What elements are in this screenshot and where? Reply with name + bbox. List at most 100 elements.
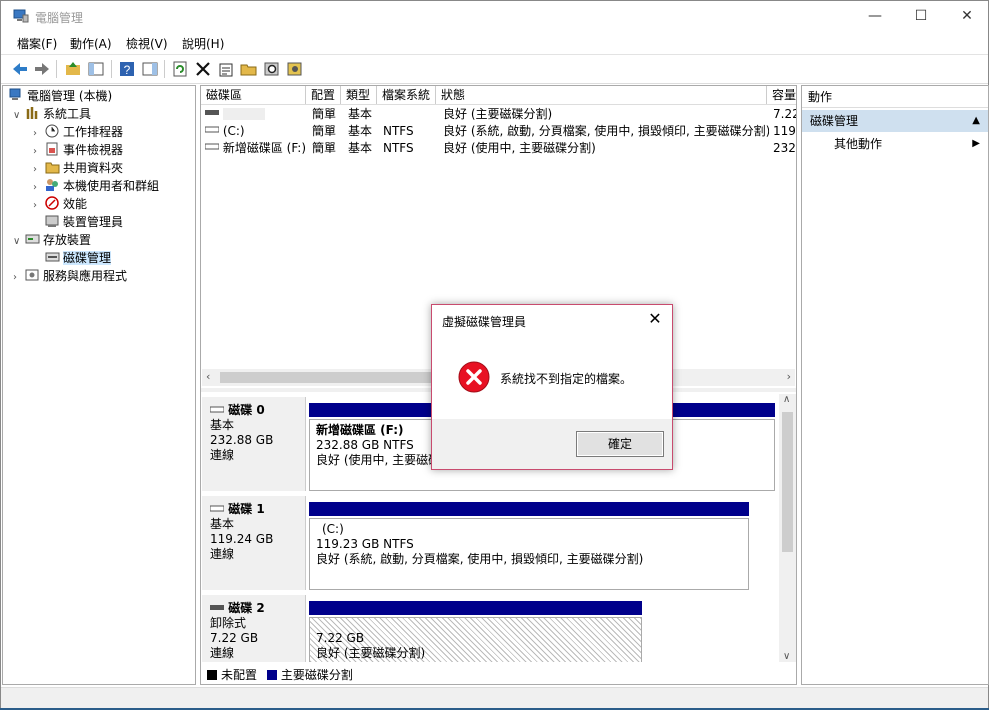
properties-icon[interactable] bbox=[217, 60, 235, 78]
table-row[interactable]: (C:) 簡單 基本 NTFS 良好 (系統, 啟動, 分頁檔案, 使用中, 損… bbox=[201, 123, 796, 140]
tree-item-performance[interactable]: › 效能 bbox=[33, 195, 87, 213]
filesystem-cell: NTFS bbox=[383, 141, 414, 155]
partition-status: 良好 (主要磁碟分割) bbox=[316, 646, 426, 660]
help-icon[interactable]: ? bbox=[118, 60, 136, 78]
column-header-capacity[interactable]: 容量 bbox=[767, 86, 796, 104]
delete-icon[interactable] bbox=[194, 60, 212, 78]
capacity-cell: 232. bbox=[773, 141, 796, 155]
partition-bar bbox=[309, 601, 642, 615]
up-folder-icon[interactable] bbox=[64, 60, 82, 78]
tools-icon bbox=[26, 107, 38, 119]
forward-arrow-icon[interactable] bbox=[33, 60, 51, 78]
menu-help[interactable]: 說明(H) bbox=[182, 35, 224, 52]
minimize-button[interactable]: — bbox=[852, 1, 898, 31]
tree-item-storage[interactable]: ∨ 存放裝置 bbox=[13, 231, 91, 249]
window-title: 電腦管理 bbox=[35, 11, 84, 25]
scroll-left-icon[interactable]: ‹ bbox=[206, 370, 210, 383]
chevron-down-icon[interactable]: ∨ bbox=[13, 107, 25, 125]
show-action-pane-icon[interactable] bbox=[141, 60, 159, 78]
tree-item-services-apps[interactable]: › 服務與應用程式 bbox=[13, 267, 127, 285]
disk-type: 基本 bbox=[210, 517, 235, 531]
tree-item-event-viewer[interactable]: › 事件檢視器 bbox=[33, 141, 123, 159]
clock-icon bbox=[45, 124, 59, 138]
computer-management-icon bbox=[13, 9, 29, 23]
volume-list-header: 磁碟區 配置 類型 檔案系統 狀態 容量 bbox=[201, 86, 796, 105]
scrollbar-thumb[interactable] bbox=[782, 412, 793, 552]
tree-label: 服務與應用程式 bbox=[43, 269, 128, 283]
actions-section-disk-management[interactable]: 磁碟管理 ▲ bbox=[802, 110, 988, 132]
error-dialog: 虛擬磁碟管理員 ✕ 系統找不到指定的檔案。 確定 bbox=[431, 304, 673, 470]
menu-file[interactable]: 檔案(F) bbox=[17, 35, 57, 52]
disk-2-label[interactable]: 磁碟 2 卸除式 7.22 GB 連線 bbox=[202, 595, 306, 662]
partition-c[interactable]: (C:) 119.23 GB NTFS 良好 (系統, 啟動, 分頁檔案, 使用… bbox=[309, 518, 749, 590]
scroll-down-icon[interactable]: ∨ bbox=[783, 651, 790, 662]
tree-item-root[interactable]: 電腦管理 (本機) bbox=[9, 87, 112, 105]
status-bar bbox=[1, 687, 988, 708]
column-header-layout[interactable]: 配置 bbox=[306, 86, 341, 104]
search-disk-icon[interactable] bbox=[263, 60, 281, 78]
volume-name: 新增磁碟區 (F:) bbox=[222, 141, 307, 155]
menu-view[interactable]: 檢視(V) bbox=[126, 35, 168, 52]
menu-action[interactable]: 動作(A) bbox=[70, 35, 112, 52]
disk-tool-icon[interactable] bbox=[286, 60, 304, 78]
show-hide-tree-icon[interactable] bbox=[87, 60, 105, 78]
drive-icon bbox=[205, 126, 220, 133]
column-header-filesystem[interactable]: 檔案系統 bbox=[377, 86, 436, 104]
section-label: 磁碟管理 bbox=[810, 114, 859, 128]
disk-name: 磁碟 2 bbox=[228, 601, 265, 615]
title-bar: 電腦管理 — ☐ ✕ bbox=[1, 1, 988, 31]
open-folder-icon[interactable] bbox=[240, 60, 258, 78]
maximize-button[interactable]: ☐ bbox=[898, 1, 944, 31]
tree-item-disk-management[interactable]: 磁碟管理 bbox=[45, 249, 112, 267]
chevron-right-icon[interactable]: › bbox=[33, 197, 45, 215]
disk-icon bbox=[210, 605, 224, 610]
column-header-type[interactable]: 類型 bbox=[341, 86, 377, 104]
device-manager-icon bbox=[45, 215, 59, 227]
scroll-right-icon[interactable]: › bbox=[787, 370, 791, 383]
tree-item-device-manager[interactable]: 裝置管理員 bbox=[45, 213, 123, 231]
vertical-scrollbar[interactable]: ∧ ∨ bbox=[779, 394, 796, 662]
toolbar: ? bbox=[1, 54, 988, 84]
tree-item-system-tools[interactable]: ∨ 系統工具 bbox=[13, 105, 91, 123]
services-icon bbox=[25, 269, 39, 281]
collapse-up-icon[interactable]: ▲ bbox=[972, 110, 980, 132]
scroll-up-icon[interactable]: ∧ bbox=[783, 394, 790, 405]
refresh-icon[interactable] bbox=[171, 60, 189, 78]
column-header-volume[interactable]: 磁碟區 bbox=[201, 86, 306, 104]
tree-item-task-scheduler[interactable]: › 工作排程器 bbox=[33, 123, 123, 141]
table-row[interactable]: 簡單 基本 良好 (主要磁碟分割) 7.22 bbox=[201, 106, 796, 123]
ok-button[interactable]: 確定 bbox=[576, 431, 664, 457]
dialog-title: 虛擬磁碟管理員 bbox=[442, 315, 527, 329]
tree-label: 存放裝置 bbox=[43, 233, 92, 247]
chevron-right-icon[interactable]: › bbox=[13, 269, 25, 287]
capacity-cell: 7.22 bbox=[773, 107, 796, 121]
shared-folder-icon bbox=[45, 162, 60, 174]
partition-removable[interactable]: 7.22 GB 良好 (主要磁碟分割) bbox=[309, 617, 642, 662]
close-button[interactable]: ✕ bbox=[944, 1, 989, 31]
type-cell: 基本 bbox=[348, 107, 373, 121]
type-cell: 基本 bbox=[348, 124, 373, 138]
chevron-down-icon[interactable]: ∨ bbox=[13, 233, 25, 251]
svg-text:?: ? bbox=[124, 63, 131, 77]
tree-label: 效能 bbox=[63, 197, 88, 211]
tree-item-local-users[interactable]: › 本機使用者和群組 bbox=[33, 177, 159, 195]
action-label: 其他動作 bbox=[834, 137, 883, 151]
performance-icon bbox=[45, 196, 59, 210]
disk-0-label[interactable]: 磁碟 0 基本 232.88 GB 連線 bbox=[202, 397, 306, 491]
computer-management-icon bbox=[9, 88, 21, 100]
action-more-actions[interactable]: 其他動作 ▶ bbox=[802, 134, 988, 154]
dialog-close-icon[interactable]: ✕ bbox=[644, 308, 666, 330]
capacity-cell: 119. bbox=[773, 124, 796, 138]
partition-bar bbox=[309, 502, 749, 516]
column-header-status[interactable]: 狀態 bbox=[436, 86, 767, 104]
tree-item-shared-folders[interactable]: › 共用資料夾 bbox=[33, 159, 123, 177]
table-row[interactable]: 新增磁碟區 (F:) 簡單 基本 NTFS 良好 (使用中, 主要磁碟分割) 2… bbox=[201, 140, 796, 157]
dialog-message: 系統找不到指定的檔案。 bbox=[500, 372, 633, 386]
volume-cell: 新增磁碟區 (F:) bbox=[205, 140, 306, 157]
partition-size: 7.22 GB bbox=[316, 631, 365, 645]
disk-1-label[interactable]: 磁碟 1 基本 119.24 GB 連線 bbox=[202, 496, 306, 590]
back-arrow-icon[interactable] bbox=[11, 60, 29, 78]
tree-label: 事件檢視器 bbox=[63, 143, 124, 157]
tree-label: 磁碟管理 bbox=[63, 251, 112, 265]
disk-icon bbox=[209, 406, 225, 413]
